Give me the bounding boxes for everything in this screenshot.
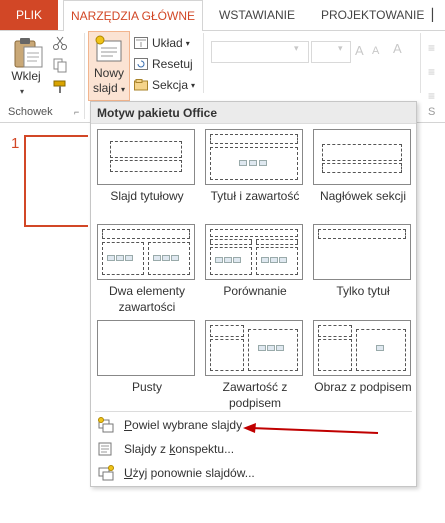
layout-content-with-caption[interactable]: Zawartość z podpisem	[205, 320, 305, 411]
paragraph-group-label: S	[428, 106, 436, 118]
align-left-icon[interactable]: ≡	[428, 65, 435, 79]
layout-button[interactable]: Układ ▾	[134, 33, 190, 53]
layout-label: Dwa elementy zawartości	[108, 284, 186, 314]
tab-home[interactable]: NARZĘDZIA GŁÓWNE	[63, 0, 203, 31]
outline-icon	[98, 441, 114, 457]
copy-icon[interactable]	[52, 57, 68, 73]
layout-icon	[134, 37, 148, 49]
layout-label: Układ	[152, 36, 183, 50]
group-separator	[84, 33, 85, 119]
layout-blank[interactable]: Pusty	[97, 320, 197, 395]
font-size-box[interactable]	[311, 41, 351, 63]
paste-dropdown-icon[interactable]: ▾	[20, 87, 24, 96]
duplicate-selected-slides-item[interactable]: Powiel wybrane slajdy	[95, 414, 412, 436]
align-center-icon[interactable]: ≡	[428, 89, 435, 103]
paste-button[interactable]: Wklej	[6, 69, 46, 83]
tab-design[interactable]: PROJEKTOWANIE	[321, 0, 424, 30]
layout-label: Tylko tytuł	[336, 284, 390, 298]
new-slide-icon	[95, 35, 123, 65]
section-label: Sekcja	[152, 78, 189, 92]
layout-label: Obraz z podpisem	[314, 380, 412, 394]
clipboard-group-label: Schowek	[8, 106, 53, 118]
grow-font-icon[interactable]: A	[355, 43, 364, 58]
layout-thumbnail	[313, 129, 411, 185]
cut-icon[interactable]	[52, 35, 68, 51]
bullets-icon[interactable]: ≡	[428, 41, 435, 55]
layout-thumbnail	[205, 320, 303, 376]
tab-file[interactable]: PLIK	[0, 0, 58, 30]
slide-thumbnail[interactable]	[24, 135, 88, 227]
layout-thumbnail	[97, 320, 195, 376]
reset-icon	[134, 58, 148, 70]
layout-picture-with-caption[interactable]: Obraz z podpisem	[313, 320, 413, 395]
layout-label: Tytuł i zawartość	[210, 189, 300, 203]
tab-overflow-icon[interactable]: ▏	[432, 0, 441, 30]
gallery-separator	[95, 411, 412, 412]
clipboard-launcher-icon[interactable]: ⌐	[74, 107, 79, 117]
reuse-slides-item[interactable]: Użyj ponownie slajdów...	[95, 462, 412, 484]
reset-label: Resetuj	[152, 57, 193, 71]
layout-thumbnail	[97, 129, 195, 185]
section-icon	[134, 79, 148, 91]
layout-label: Pusty	[131, 380, 162, 394]
duplicate-slides-icon	[98, 417, 114, 433]
gallery-header: Motyw pakietu Office	[91, 102, 416, 124]
font-name-dropdown-icon[interactable]: ▾	[294, 43, 299, 54]
ribbon-tab-bar: PLIK NARZĘDZIA GŁÓWNE WSTAWIANIE PROJEKT…	[0, 0, 445, 31]
paste-icon[interactable]	[10, 35, 46, 69]
clear-format-icon[interactable]: A	[393, 41, 402, 56]
layout-section-header[interactable]: Nagłówek sekcji	[313, 129, 413, 204]
layout-thumbnail	[205, 129, 303, 185]
section-button[interactable]: Sekcja ▾	[134, 75, 195, 95]
layout-thumbnail	[313, 224, 411, 280]
new-slide-label: Nowy slajd ▾	[92, 66, 126, 95]
layout-thumbnail	[97, 224, 195, 280]
layout-title-slide[interactable]: Slajd tytułowy	[97, 129, 197, 204]
layout-thumbnail	[205, 224, 303, 280]
layout-comparison[interactable]: Porównanie	[205, 224, 305, 299]
new-slide-gallery: Motyw pakietu Office Slajd tytułowy Tytu…	[90, 101, 417, 487]
tab-insert[interactable]: WSTAWIANIE	[219, 0, 295, 30]
reset-button[interactable]: Resetuj	[134, 54, 193, 74]
group-separator	[420, 33, 421, 93]
layout-title-content[interactable]: Tytuł i zawartość	[205, 129, 305, 204]
slides-from-outline-label: Slajdy z konspektu...	[124, 442, 235, 456]
reuse-slides-icon	[98, 465, 114, 481]
slide-number: 1	[11, 135, 20, 152]
font-size-dropdown-icon[interactable]: ▾	[338, 43, 343, 54]
format-painter-icon[interactable]	[52, 79, 68, 95]
layout-label: Slajd tytułowy	[110, 189, 184, 203]
layout-two-content[interactable]: Dwa elementy zawartości	[97, 224, 197, 315]
layout-title-only[interactable]: Tylko tytuł	[313, 224, 413, 299]
duplicate-slides-label: Powiel wybrane slajdy	[124, 418, 243, 432]
layout-label: Zawartość z podpisem	[222, 380, 288, 410]
layout-label: Porównanie	[223, 284, 287, 298]
reuse-slides-label: Użyj ponownie slajdów...	[124, 466, 255, 480]
slides-from-outline-item[interactable]: Slajdy z konspektu...	[95, 438, 412, 460]
group-separator	[203, 33, 204, 93]
layout-thumbnail	[313, 320, 411, 376]
shrink-font-icon[interactable]: A	[372, 45, 379, 57]
layout-label: Nagłówek sekcji	[319, 189, 407, 203]
